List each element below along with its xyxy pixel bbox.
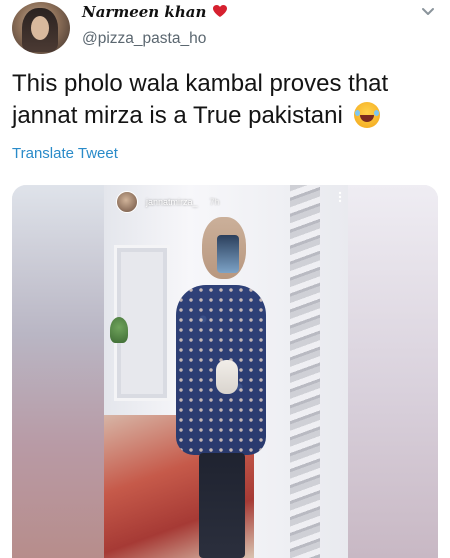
story-phone: [217, 235, 239, 273]
story-time: 7h: [209, 197, 220, 207]
story-user: jannatmirza_ 7h: [116, 191, 220, 213]
tweet-text: This pholo wala kambal proves that janna…: [12, 68, 432, 132]
display-name[interactable]: Narmeen khan: [82, 3, 228, 21]
more-options-icon: [338, 191, 342, 203]
avatar[interactable]: [12, 2, 70, 54]
media-blur-left: [12, 185, 104, 558]
avatar-face: [31, 16, 49, 40]
heart-icon: [212, 5, 227, 17]
tweet-media[interactable]: jannatmirza_ 7h: [12, 185, 438, 558]
story-plant: [110, 317, 128, 343]
laughing-emoji-icon: [353, 102, 380, 128]
story-username: jannatmirza_: [146, 197, 198, 207]
tweet-body: This pholo wala kambal proves that janna…: [12, 70, 389, 129]
story-person-legs: [199, 453, 245, 558]
media-blur-right: [348, 185, 438, 558]
translate-tweet-link[interactable]: Translate Tweet: [12, 145, 118, 162]
story-screenshot: jannatmirza_ 7h: [104, 185, 348, 558]
handle[interactable]: @pizza_pasta_ho: [82, 30, 206, 48]
display-name-text: Narmeen khan: [82, 3, 207, 21]
story-mirror-frame: [290, 185, 320, 558]
chevron-down-icon[interactable]: [418, 4, 438, 20]
story-avatar: [116, 191, 138, 213]
story-hand: [216, 360, 238, 394]
